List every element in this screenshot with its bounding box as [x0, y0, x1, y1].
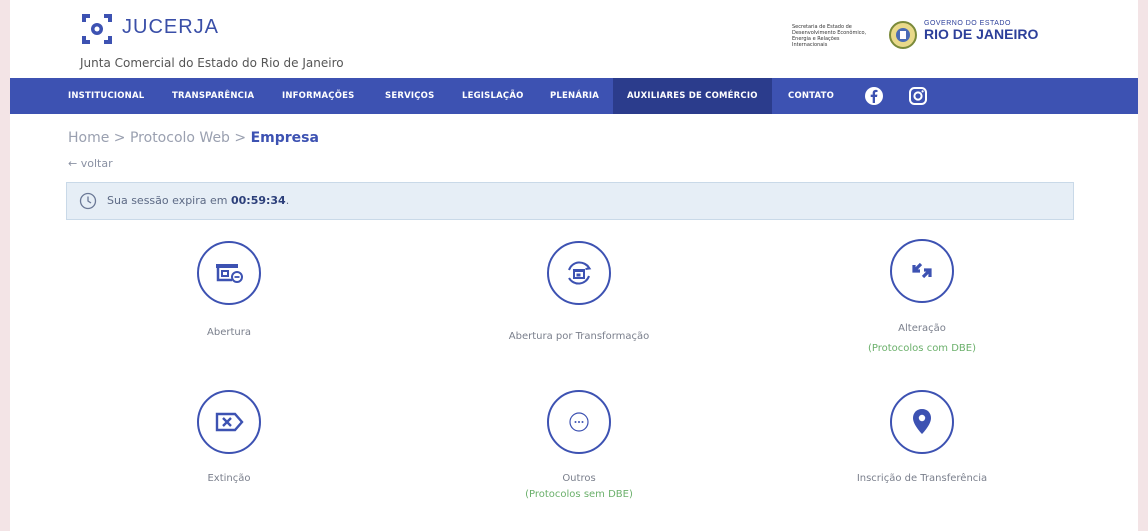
option-abertura[interactable]: Abertura: [109, 241, 349, 338]
session-suffix: .: [285, 194, 290, 207]
option-extincao[interactable]: Extinção: [109, 390, 349, 488]
option-outros[interactable]: Outros (Protocolos sem DBE): [459, 390, 699, 506]
option-label: Inscrição de Transferência: [856, 473, 988, 484]
option-note: (Protocolos sem DBE): [525, 489, 633, 500]
logo-subtitle: Junta Comercial do Estado do Rio de Jane…: [80, 56, 344, 70]
nav-institucional[interactable]: INSTITUCIONAL: [68, 78, 144, 114]
nav-auxiliares-de-comercio[interactable]: AUXILIARES DE COMÉRCIO: [613, 78, 772, 114]
main-nav: INSTITUCIONAL TRANSPARÊNCIA INFORMAÇÕES …: [10, 78, 1138, 114]
session-message: Sua sessão expira em 00:59:34.: [107, 194, 289, 207]
option-label: Extinção: [207, 473, 251, 484]
option-note: (Protocolos com DBE): [867, 343, 977, 354]
option-circle[interactable]: [890, 390, 954, 454]
more-icon: [569, 412, 589, 432]
option-circle[interactable]: [197, 241, 261, 305]
option-alteracao[interactable]: Alteração (Protocolos com DBE): [802, 239, 1042, 355]
swap-arrows-icon: [912, 262, 932, 279]
breadcrumb-separator: >: [229, 130, 251, 146]
session-time: 00:59:34: [230, 194, 286, 207]
gov-brand: GOVERNO DO ESTADO RIO DE JANEIRO: [924, 20, 1038, 41]
logo-text[interactable]: JUCERJA: [122, 16, 219, 39]
option-inscricao-de-transferencia[interactable]: Inscrição de Transferência: [802, 390, 1042, 488]
breadcrumb-current: Empresa: [250, 130, 319, 146]
clock-icon: [79, 192, 97, 210]
breadcrumb-home[interactable]: Home: [68, 130, 109, 146]
option-circle[interactable]: [197, 390, 261, 454]
secretaria-text: Secretaria de Estado de Desenvolvimento …: [792, 24, 867, 48]
nav-contato[interactable]: CONTATO: [788, 78, 834, 114]
nav-plenaria[interactable]: PLENÁRIA: [550, 78, 599, 114]
gov-line-2: RIO DE JANEIRO: [924, 26, 1039, 42]
breadcrumb-separator: >: [109, 130, 130, 146]
site-header: JUCERJA Junta Comercial do Estado do Rio…: [10, 0, 1138, 78]
nav-informacoes[interactable]: INFORMAÇÕES: [282, 78, 354, 114]
option-label: Abertura por Transformação: [508, 331, 650, 342]
option-circle[interactable]: [547, 241, 611, 305]
facebook-icon[interactable]: [864, 86, 884, 106]
storefront-icon: [216, 264, 243, 283]
page: JUCERJA Junta Comercial do Estado do Rio…: [10, 0, 1138, 531]
option-circle[interactable]: [890, 239, 954, 303]
session-alert: Sua sessão expira em 00:59:34.: [66, 182, 1074, 220]
breadcrumb-protocolo-web[interactable]: Protocolo Web: [130, 130, 230, 146]
state-seal-icon: [889, 21, 917, 49]
nav-transparencia[interactable]: TRANSPARÊNCIA: [172, 78, 254, 114]
option-abertura-por-transformacao[interactable]: Abertura por Transformação: [459, 241, 699, 342]
option-label: Outros: [562, 473, 596, 484]
instagram-icon[interactable]: [908, 86, 928, 106]
transform-icon: [568, 261, 592, 285]
breadcrumb: Home > Protocolo Web > Empresa: [68, 130, 319, 146]
option-circle[interactable]: [547, 390, 611, 454]
option-label: Alteração: [898, 323, 946, 334]
jucerja-logo-icon[interactable]: [80, 12, 114, 46]
nav-legislacao[interactable]: LEGISLAÇÃO: [462, 78, 524, 114]
option-label: Abertura: [207, 327, 251, 338]
nav-servicos[interactable]: SERVIÇOS: [385, 78, 434, 114]
back-link[interactable]: ← voltar: [68, 157, 113, 170]
close-tag-icon: [215, 412, 244, 432]
location-pin-icon: [913, 409, 931, 434]
session-prefix: Sua sessão expira em: [107, 194, 231, 207]
